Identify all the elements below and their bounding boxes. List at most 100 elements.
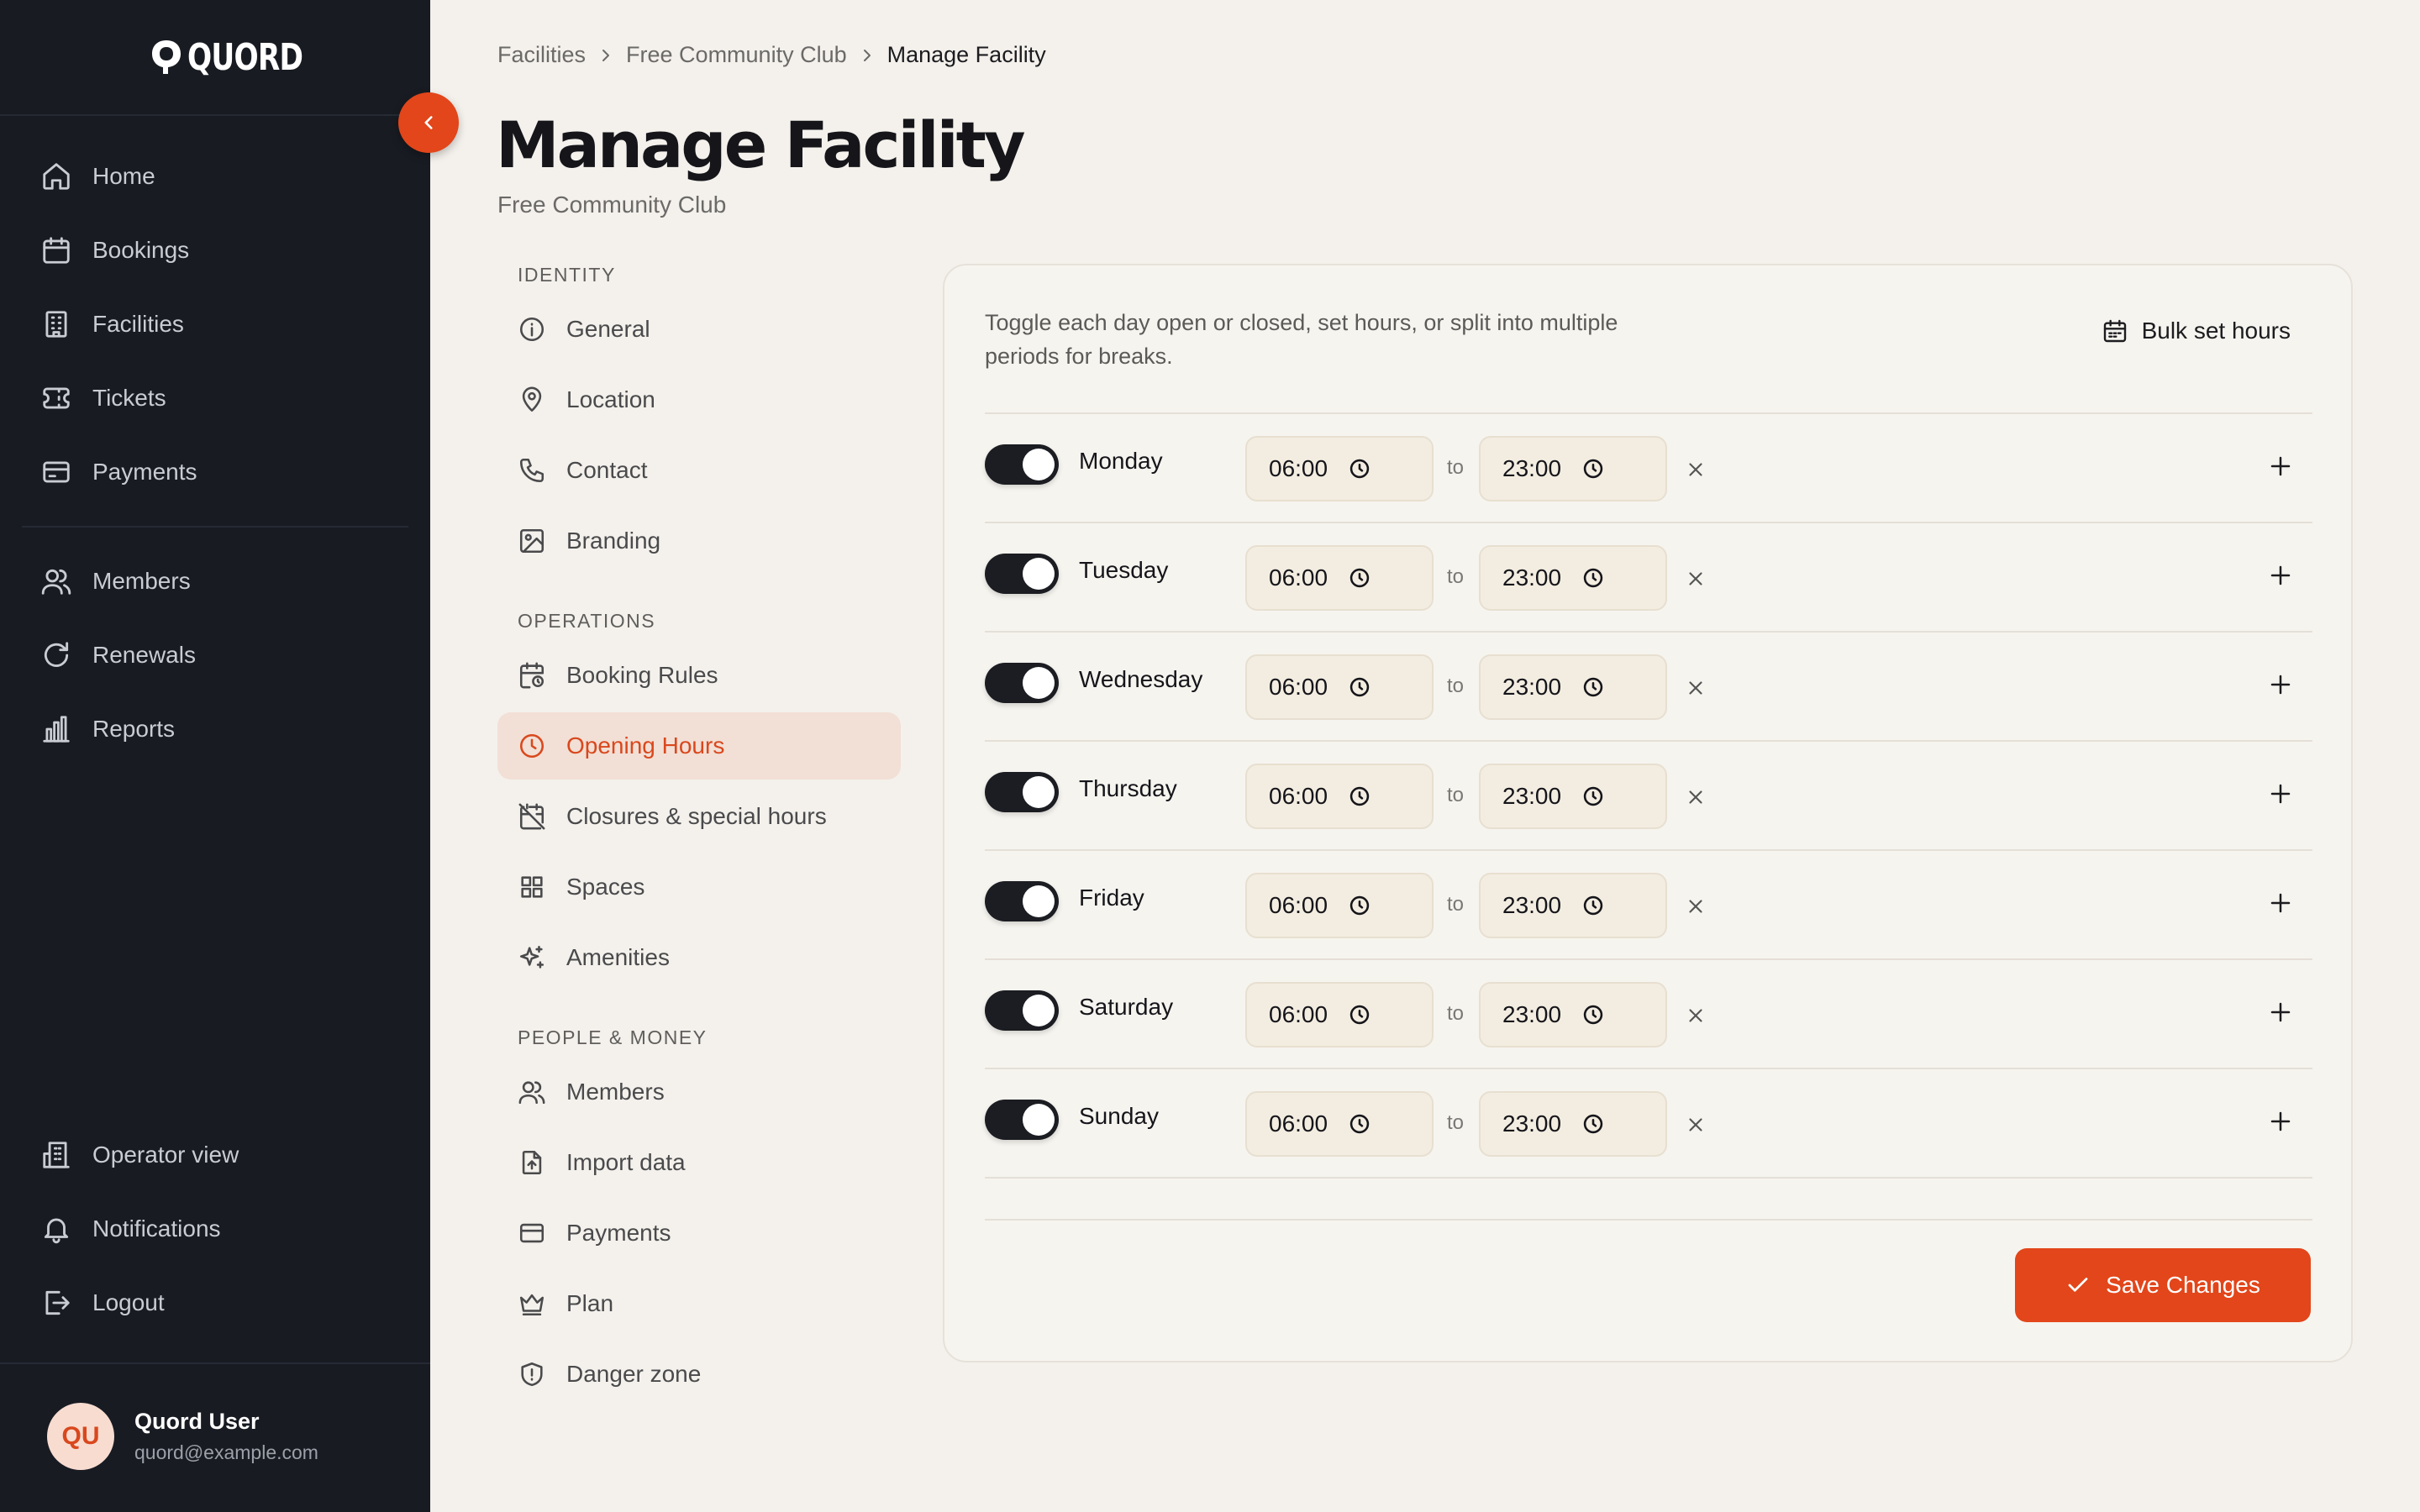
nav-label: Facilities — [92, 311, 184, 337]
menu-item-branding[interactable]: Branding — [497, 507, 901, 575]
add-period-button[interactable] — [2265, 451, 2296, 481]
menu-item-label: General — [566, 316, 650, 342]
remove-period-button[interactable] — [1681, 673, 1711, 703]
clock-icon[interactable] — [1581, 1003, 1605, 1026]
collapse-sidebar-button[interactable] — [398, 92, 459, 153]
end-time-value: 23:00 — [1502, 564, 1562, 591]
clock-icon[interactable] — [1581, 785, 1605, 808]
sidebar-divider — [0, 114, 430, 116]
day-open-toggle[interactable] — [985, 554, 1059, 594]
add-period-button[interactable] — [2265, 888, 2296, 918]
nav-home[interactable]: Home — [22, 147, 408, 206]
clock-icon[interactable] — [1348, 457, 1371, 480]
chevron-right-icon — [863, 49, 871, 61]
app-logo[interactable]: QUORD — [0, 32, 430, 82]
plus-icon — [2270, 1002, 2291, 1022]
nav-reports[interactable]: Reports — [22, 700, 408, 759]
save-changes-button[interactable]: Save Changes — [2015, 1248, 2311, 1322]
menu-item-closures[interactable]: Closures & special hours — [497, 783, 901, 850]
credit-card-icon — [43, 461, 70, 483]
add-period-button[interactable] — [2265, 560, 2296, 591]
user-profile[interactable]: QU Quord User quord@example.com — [47, 1403, 318, 1470]
remove-period-button[interactable] — [1681, 1000, 1711, 1031]
end-time-input[interactable]: 23:00 — [1479, 654, 1667, 720]
end-time-input[interactable]: 23:00 — [1479, 873, 1667, 938]
clock-icon[interactable] — [1348, 566, 1371, 590]
start-time-value: 06:00 — [1269, 1001, 1328, 1027]
day-name: Thursday — [1079, 775, 1177, 801]
day-name: Friday — [1079, 885, 1144, 911]
menu-item-import-data[interactable]: Import data — [497, 1129, 901, 1196]
start-time-input[interactable]: 06:00 — [1245, 545, 1434, 611]
menu-item-location[interactable]: Location — [497, 366, 901, 433]
clock-icon[interactable] — [1348, 1112, 1371, 1136]
clock-icon[interactable] — [1348, 1003, 1371, 1026]
crown-icon — [519, 1294, 544, 1316]
ticket-icon — [43, 387, 70, 409]
menu-item-opening-hours[interactable]: Opening Hours — [497, 712, 901, 780]
start-time-input[interactable]: 06:00 — [1245, 1091, 1434, 1157]
day-open-toggle[interactable] — [985, 444, 1059, 485]
breadcrumb-link-facilities[interactable]: Facilities — [497, 42, 586, 68]
start-time-input[interactable]: 06:00 — [1245, 654, 1434, 720]
remove-period-button[interactable] — [1681, 454, 1711, 485]
user-name: Quord User — [134, 1409, 260, 1434]
end-time-input[interactable]: 23:00 — [1479, 764, 1667, 829]
day-open-toggle[interactable] — [985, 663, 1059, 703]
day-open-toggle[interactable] — [985, 881, 1059, 921]
end-time-value: 23:00 — [1502, 1001, 1562, 1027]
add-period-button[interactable] — [2265, 779, 2296, 809]
start-time-input[interactable]: 06:00 — [1245, 764, 1434, 829]
menu-item-danger-zone[interactable]: Danger zone — [497, 1341, 901, 1408]
remove-period-button[interactable] — [1681, 891, 1711, 921]
clock-icon[interactable] — [1348, 675, 1371, 699]
clock-icon[interactable] — [1348, 785, 1371, 808]
end-time-input[interactable]: 23:00 — [1479, 545, 1667, 611]
close-icon — [1689, 681, 1702, 695]
clock-icon[interactable] — [1581, 566, 1605, 590]
bulk-set-hours-button[interactable]: Bulk set hours — [2102, 318, 2291, 344]
day-open-toggle[interactable] — [985, 990, 1059, 1031]
nav-renewals[interactable]: Renewals — [22, 626, 408, 685]
clock-icon[interactable] — [1581, 894, 1605, 917]
end-time-input[interactable]: 23:00 — [1479, 982, 1667, 1047]
to-label: to — [1447, 784, 1465, 806]
add-period-button[interactable] — [2265, 1106, 2296, 1137]
clock-icon[interactable] — [1348, 894, 1371, 917]
clock-icon[interactable] — [1581, 675, 1605, 699]
menu-item-spaces[interactable]: Spaces — [497, 853, 901, 921]
menu-item-contact[interactable]: Contact — [497, 437, 901, 504]
remove-period-button[interactable] — [1681, 564, 1711, 594]
nav-notifications[interactable]: Notifications — [22, 1200, 408, 1258]
end-time-input[interactable]: 23:00 — [1479, 1091, 1667, 1157]
menu-item-general[interactable]: General — [497, 296, 901, 363]
day-open-toggle[interactable] — [985, 772, 1059, 812]
end-time-input[interactable]: 23:00 — [1479, 436, 1667, 501]
day-name: Wednesday — [1079, 666, 1203, 692]
clock-icon[interactable] — [1581, 457, 1605, 480]
menu-item-amenities[interactable]: Amenities — [497, 924, 901, 991]
clock-icon[interactable] — [1581, 1112, 1605, 1136]
nav-payments[interactable]: Payments — [22, 443, 408, 501]
remove-period-button[interactable] — [1681, 1110, 1711, 1140]
add-period-button[interactable] — [2265, 997, 2296, 1027]
start-time-input[interactable]: 06:00 — [1245, 873, 1434, 938]
menu-item-plan[interactable]: Plan — [497, 1270, 901, 1337]
nav-logout[interactable]: Logout — [22, 1273, 408, 1332]
nav-bookings[interactable]: Bookings — [22, 221, 408, 280]
sparkles-icon — [519, 945, 544, 969]
start-time-input[interactable]: 06:00 — [1245, 982, 1434, 1047]
remove-period-button[interactable] — [1681, 782, 1711, 812]
add-period-button[interactable] — [2265, 669, 2296, 700]
menu-item-members[interactable]: Members — [497, 1058, 901, 1126]
nav-operator-view[interactable]: Operator view — [22, 1126, 408, 1184]
start-time-input[interactable]: 06:00 — [1245, 436, 1434, 501]
breadcrumb-link-club[interactable]: Free Community Club — [626, 42, 847, 68]
menu-item-payments[interactable]: Payments — [497, 1200, 901, 1267]
nav-facilities[interactable]: Facilities — [22, 295, 408, 354]
nav-members[interactable]: Members — [22, 552, 408, 611]
page-title: Manage Facility — [496, 108, 1026, 182]
menu-item-booking-rules[interactable]: Booking Rules — [497, 642, 901, 709]
nav-tickets[interactable]: Tickets — [22, 369, 408, 428]
day-open-toggle[interactable] — [985, 1100, 1059, 1140]
